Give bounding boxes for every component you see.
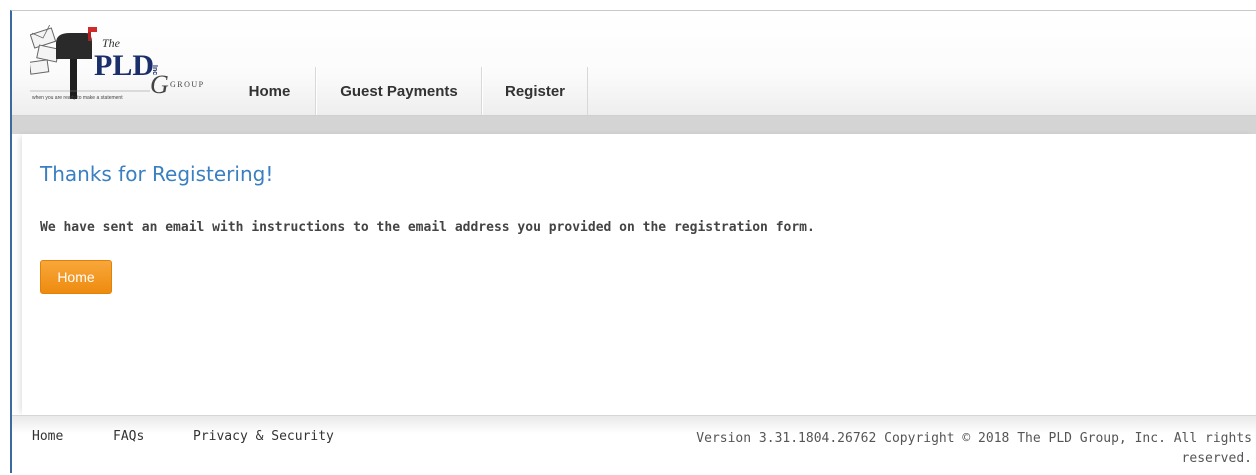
home-button[interactable]: Home [40, 260, 112, 294]
logo-graphic-icon: The PLD Inc G GROUP [28, 23, 205, 99]
main-content: Thanks for Registering! We have sent an … [22, 134, 1256, 415]
svg-text:GROUP: GROUP [170, 80, 205, 89]
nav-guest-payments[interactable]: Guest Payments [316, 67, 482, 115]
header-divider-band [12, 116, 1256, 134]
main-nav: Home Guest Payments Register [224, 67, 588, 115]
footer-link-home[interactable]: Home [32, 429, 63, 444]
nav-home[interactable]: Home [224, 67, 316, 115]
footer-link-faqs[interactable]: FAQs [113, 429, 144, 444]
footer-link-privacy-security[interactable]: Privacy & Security [193, 429, 334, 444]
browser-frame: The PLD Inc G GROUP when you are ready t… [10, 10, 1256, 475]
confirmation-message: We have sent an email with instructions … [40, 220, 815, 235]
site-footer: Home FAQs Privacy & Security Version 3.3… [12, 415, 1256, 475]
top-caption-strip [0, 0, 1256, 10]
page-title: Thanks for Registering! [40, 162, 274, 186]
logo-tagline: when you are ready to make a statement [32, 95, 123, 101]
svg-text:PLD: PLD [94, 49, 154, 82]
svg-text:The: The [102, 36, 121, 50]
site-header: The PLD Inc G GROUP when you are ready t… [12, 11, 1256, 116]
pld-group-logo[interactable]: The PLD Inc G GROUP when you are ready t… [28, 23, 226, 103]
nav-register[interactable]: Register [482, 67, 588, 115]
copyright-text: Version 3.31.1804.26762 Copyright © 2018… [696, 431, 1252, 466]
svg-text:G: G [150, 70, 169, 99]
